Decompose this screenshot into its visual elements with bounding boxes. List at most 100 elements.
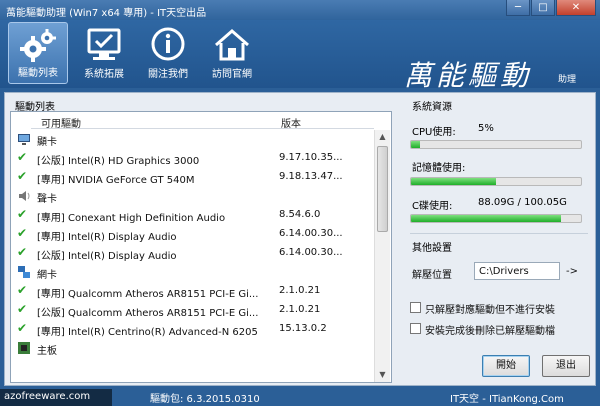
tab-follow-us-label: 關注我們 [148,69,188,80]
scroll-up-arrow-icon[interactable]: ▲ [375,130,390,144]
app-window: 萬能驅動助理 (Win7 x64 專用) - IT天空出品 ─ □ ✕ 驅動列表 [0,0,600,406]
driver-name: [專用] Intel(R) Centrino(R) Advanced-N 620… [37,327,258,338]
driver-row[interactable]: ✔ [公版] Intel(R) Display Audio 6.14.00.30..… [11,244,373,262]
settings-title: 其他設置 [412,243,452,254]
tab-driver-list[interactable]: 驅動列表 [8,22,68,84]
maximize-button[interactable]: □ [531,0,555,16]
tab-visit-website-label: 訪問官網 [212,69,252,80]
category-row[interactable]: 主板 [11,339,373,357]
resources-title: 系統資源 [412,102,452,113]
category-row[interactable]: 網卡 [11,263,373,281]
driver-row[interactable]: ✔ [專用] Qualcomm Atheros AR8151 PCI-E Gi..… [11,282,373,300]
tab-driver-list-label: 驅動列表 [18,68,58,79]
memory-progress-bar [410,177,582,186]
extract-path-input[interactable]: C:\Drivers [474,262,560,280]
tab-visit-website[interactable]: 訪問官網 [202,22,262,84]
driver-name: [公版] Qualcomm Atheros AR8151 PCI-E Gi... [37,308,259,319]
disk-progress-fill [411,215,561,222]
tab-system-extension-label: 系統拓展 [84,69,124,80]
category-name: 主板 [37,346,57,357]
driver-row[interactable]: ✔ [專用] Intel(R) Display Audio 6.14.00.30..… [11,225,373,243]
driver-row[interactable]: ✔ [公版] Intel(R) HD Graphics 3000 9.17.10.3… [11,149,373,167]
disk-label: C碟使用: [412,201,453,212]
check-icon: ✔ [17,321,28,335]
category-row[interactable]: 聲卡 [11,187,373,205]
driver-row[interactable]: ✔ [公版] Qualcomm Atheros AR8151 PCI-E Gi..… [11,301,373,319]
check-icon: ✔ [17,302,28,316]
check-icon: ✔ [17,245,28,259]
watermark: azofreeware.com [0,389,112,406]
cpu-progress-bar [410,140,582,149]
exit-button[interactable]: 退出 [542,355,590,377]
category-name: 顯卡 [37,137,57,148]
window-controls: ─ □ ✕ [506,0,596,16]
gears-icon [20,29,56,62]
tab-system-extension[interactable]: 系統拓展 [74,22,134,84]
cpu-label: CPU使用: [412,127,456,138]
delete-after-label: 安裝完成後刪除已解壓驅動檔 [425,326,555,337]
driver-version: 9.17.10.35... [279,152,343,163]
extract-path-label: 解壓位置 [412,270,452,281]
title-bar: 萬能驅動助理 (Win7 x64 專用) - IT天空出品 ─ □ ✕ [0,0,600,20]
column-header-driver[interactable]: 可用驅動 [41,115,81,130]
motherboard-icon [17,341,31,355]
close-button[interactable]: ✕ [556,0,596,16]
cpu-value: 5% [478,123,494,134]
check-icon: ✔ [17,226,28,240]
driver-row[interactable]: ✔ [專用] NVIDIA GeForce GT 540M 9.18.13.47..… [11,168,373,186]
category-name: 聲卡 [37,194,57,205]
cpu-progress-fill [411,141,420,148]
driver-version: 2.1.0.21 [279,285,321,296]
category-name: 網卡 [37,270,57,281]
driver-name: [專用] Qualcomm Atheros AR8151 PCI-E Gi... [37,289,259,300]
driver-version: 8.54.6.0 [279,209,321,220]
check-icon: ✔ [17,207,28,221]
speaker-icon [17,189,31,203]
info-icon [151,27,185,61]
driver-version: 2.1.0.21 [279,304,321,315]
tab-follow-us[interactable]: 關注我們 [138,22,198,84]
scrollbar[interactable]: ▲ ▼ [374,130,390,382]
network-icon [17,265,31,279]
driver-name: [專用] Intel(R) Display Audio [37,232,177,243]
display-card-icon [17,132,31,146]
disk-value: 88.09G / 100.05G [478,197,567,208]
website-link[interactable]: IT天空 - ITianKong.Com [450,390,564,405]
home-icon [215,29,249,61]
package-version: 驅動包: 6.3.2015.0310 [150,394,260,405]
scroll-thumb[interactable] [377,146,388,232]
extract-only-checkbox[interactable] [410,302,421,313]
check-icon: ✔ [17,169,28,183]
driver-name: [公版] Intel(R) Display Audio [37,251,177,262]
driver-version: 6.14.00.30... [279,228,343,239]
delete-after-checkbox[interactable] [410,323,421,334]
driver-version: 15.13.0.2 [279,323,327,334]
category-row[interactable]: 顯卡 [11,130,373,148]
list-header: 可用驅動 版本 [31,112,374,130]
window-title: 萬能驅動助理 (Win7 x64 專用) - IT天空出品 [6,8,207,19]
driver-name: [專用] NVIDIA GeForce GT 540M [37,175,195,186]
brand-logo: 萬能驅動 [404,59,533,92]
extract-only-label: 只解壓對應驅動但不進行安裝 [425,305,555,316]
driver-row[interactable]: ✔ [專用] Conexant High Definition Audio 8.54… [11,206,373,224]
scroll-down-arrow-icon[interactable]: ▼ [375,368,390,382]
driver-version: 9.18.13.47... [279,171,343,182]
memory-label: 記憶體使用: [412,163,466,174]
disk-progress-bar [410,214,582,223]
check-icon: ✔ [17,150,28,164]
start-button[interactable]: 開始 [482,355,530,377]
column-header-version[interactable]: 版本 [281,115,301,130]
brand-subtitle: 助理 [558,75,577,85]
driver-list: 可用驅動 版本 顯卡 ✔ [公版] Intel(R) HD Graphics 300… [10,111,392,383]
divider [410,233,588,234]
monitor-check-icon [87,28,121,60]
main-panel: 驅動列表 可用驅動 版本 顯卡 ✔ [公版] Intel(R) HD Graphic… [4,92,596,386]
check-icon: ✔ [17,283,28,297]
toolbar: 驅動列表 系統拓展 關注我們 訪問官網 萬能驅動 助理 [0,20,600,92]
memory-progress-fill [411,178,496,185]
driver-name: [公版] Intel(R) HD Graphics 3000 [37,156,200,167]
driver-name: [專用] Conexant High Definition Audio [37,213,226,224]
path-arrow: -> [566,266,578,277]
driver-row[interactable]: ✔ [專用] Intel(R) Centrino(R) Advanced-N 62… [11,320,373,338]
minimize-button[interactable]: ─ [506,0,530,16]
